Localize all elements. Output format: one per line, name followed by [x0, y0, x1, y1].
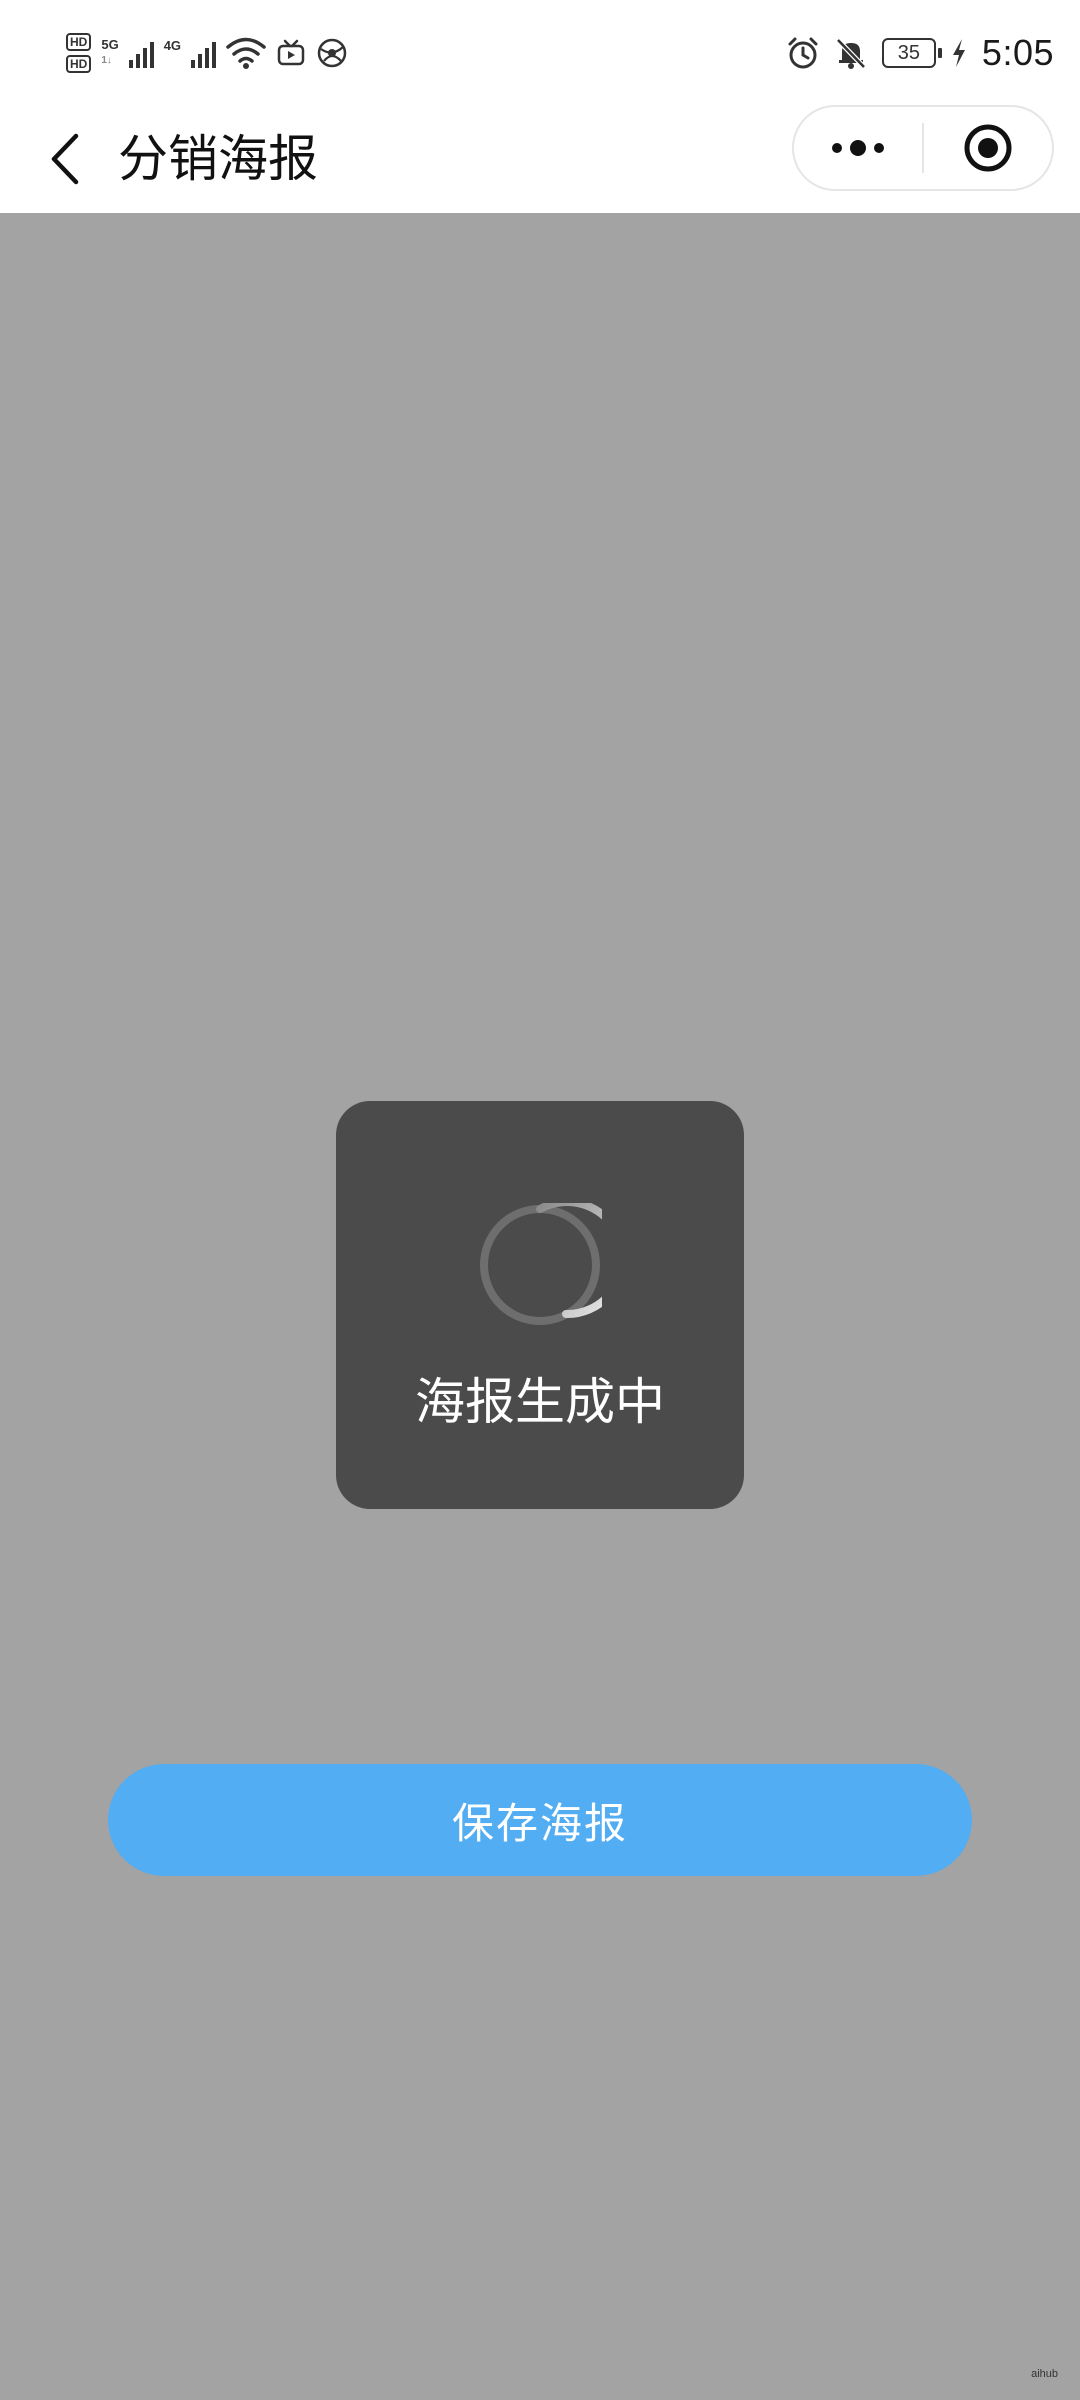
wifi-icon: [226, 37, 266, 69]
hd-icon: HD HD: [66, 33, 92, 73]
watermark: aihub: [1031, 2368, 1058, 2380]
target-circle-icon: [964, 124, 1012, 172]
net-4g-label: 4G: [163, 38, 182, 53]
close-miniprogram-button[interactable]: [924, 107, 1052, 189]
globe-icon: [317, 38, 347, 68]
signal-icon: [128, 38, 154, 68]
status-left: HD HD 5G 1↓ 4G: [66, 28, 348, 78]
loading-text: 海报生成中: [415, 1373, 665, 1431]
more-dots-icon: [832, 140, 884, 156]
battery-level: 35: [897, 41, 921, 64]
save-poster-button[interactable]: 保存海报: [108, 1764, 972, 1876]
hd-label-top: HD: [66, 33, 92, 51]
network-4g: 4G: [164, 38, 181, 68]
status-bar: HD HD 5G 1↓ 4G 35 5:05: [0, 0, 1080, 105]
back-button[interactable]: [30, 123, 100, 195]
charging-icon: [952, 39, 965, 67]
net-5g-label: 5G: [101, 37, 119, 52]
more-button[interactable]: [794, 107, 922, 189]
chevron-left-icon: [51, 133, 79, 185]
screen: HD HD 5G 1↓ 4G 35 5:05 分销海报 海报生成中 保存海报 a…: [0, 0, 1080, 2400]
nav-bar: 分销海报: [0, 105, 1080, 213]
battery-icon: 35: [881, 38, 942, 68]
miniprogram-capsule: [792, 105, 1054, 191]
status-right: 35 5:05: [786, 28, 1054, 78]
loading-toast: 海报生成中: [336, 1101, 744, 1509]
mute-bell-icon: [836, 38, 866, 69]
signal-icon-2: [191, 38, 217, 68]
loading-spinner-icon: [480, 1203, 602, 1325]
status-time: 5:05: [981, 32, 1054, 73]
page-title: 分销海报: [118, 130, 318, 188]
hd-label-bottom: HD: [66, 55, 92, 73]
tv-icon: [277, 39, 305, 66]
network-5g: 5G 1↓: [101, 37, 119, 66]
alarm-icon: [788, 37, 818, 69]
